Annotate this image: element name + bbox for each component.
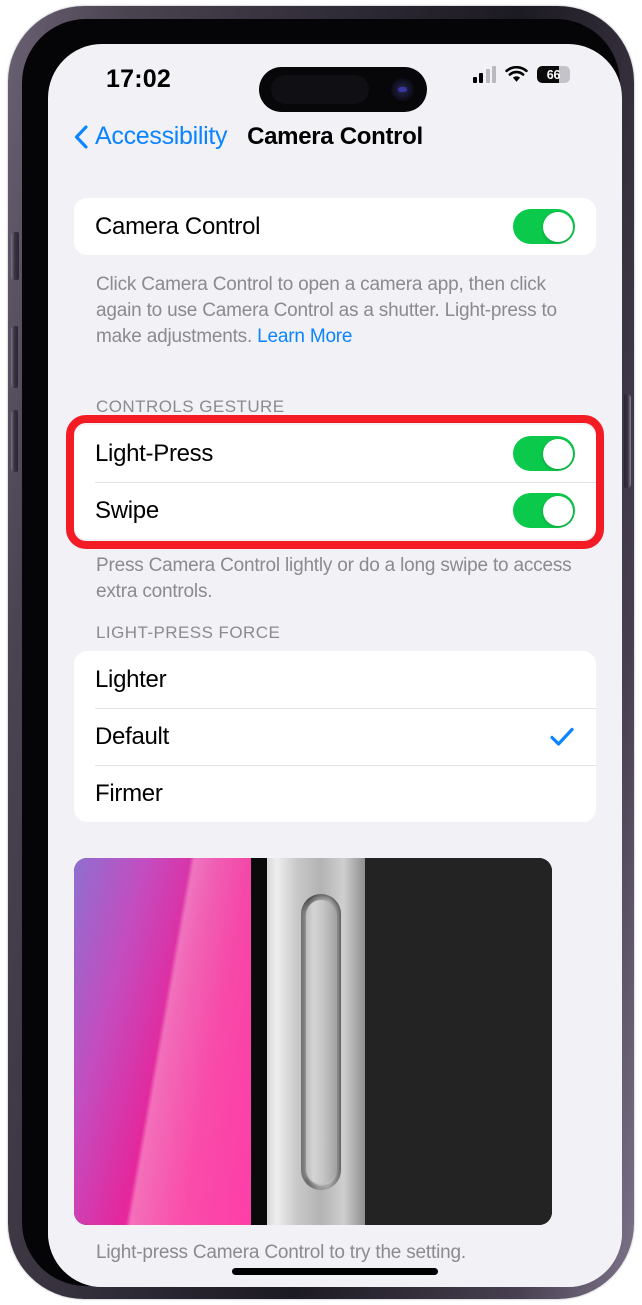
status-indicators: 66 xyxy=(472,66,570,83)
learn-more-link[interactable]: Learn More xyxy=(257,326,352,347)
controls-gesture-card: Light-Press Swipe xyxy=(74,425,596,539)
volume-up-button[interactable] xyxy=(11,326,18,388)
row-light-press[interactable]: Light-Press xyxy=(74,425,596,482)
cellular-signal-icon xyxy=(472,66,496,83)
camera-control-label: Camera Control xyxy=(95,212,261,240)
camera-control-footnote: Click Camera Control to open a camera ap… xyxy=(96,272,590,350)
preview-metal-frame xyxy=(267,858,365,1225)
light-press-label: Light-Press xyxy=(95,439,214,467)
preview-camera-control-button xyxy=(301,894,341,1190)
wifi-icon xyxy=(505,66,528,82)
phone-screen: 17:02 66 Accessibility Camera Control Ca… xyxy=(48,44,622,1287)
page-title: Camera Control xyxy=(247,123,423,150)
preview-gradient-sheen xyxy=(74,858,251,1225)
action-button[interactable] xyxy=(11,232,19,280)
option-default-label: Default xyxy=(95,722,169,750)
camera-control-card: Camera Control xyxy=(74,198,596,255)
checkmark-icon xyxy=(550,727,574,746)
option-firmer-label: Firmer xyxy=(95,779,163,807)
camera-control-toggle[interactable] xyxy=(513,209,575,244)
row-swipe[interactable]: Swipe xyxy=(74,482,596,539)
preview-dark-background xyxy=(365,858,552,1225)
option-firmer[interactable]: Firmer xyxy=(74,765,596,822)
light-press-force-card: Lighter Default Firmer xyxy=(74,651,596,822)
light-press-toggle[interactable] xyxy=(513,436,575,471)
navigation-bar: Accessibility Camera Control xyxy=(48,116,622,168)
battery-icon: 66 xyxy=(537,66,570,83)
toggle-knob xyxy=(542,211,573,242)
dynamic-island xyxy=(259,67,427,112)
row-camera-control[interactable]: Camera Control xyxy=(74,198,596,255)
toggle-knob xyxy=(542,438,573,469)
power-button[interactable] xyxy=(624,394,631,488)
phone-frame: 17:02 66 Accessibility Camera Control Ca… xyxy=(8,6,634,1299)
controls-gesture-footnote: Press Camera Control lightly or do a lon… xyxy=(96,555,572,602)
front-camera-icon xyxy=(391,78,414,101)
status-bar: 17:02 66 xyxy=(48,44,622,116)
phone-bezel: 17:02 66 Accessibility Camera Control Ca… xyxy=(22,19,622,1287)
option-lighter[interactable]: Lighter xyxy=(74,651,596,708)
dynamic-island-pill xyxy=(271,75,369,104)
option-lighter-label: Lighter xyxy=(95,665,167,693)
preview-caption: Light-press Camera Control to try the se… xyxy=(96,1242,466,1263)
controls-gesture-header: CONTROLS GESTURE xyxy=(96,397,285,416)
status-time: 17:02 xyxy=(106,65,171,93)
volume-down-button[interactable] xyxy=(11,410,18,472)
option-default[interactable]: Default xyxy=(74,708,596,765)
preview-screen-edge xyxy=(251,858,267,1225)
light-press-force-header: LIGHT-PRESS FORCE xyxy=(96,623,281,642)
camera-control-button-preview xyxy=(74,858,552,1225)
battery-percent-label: 66 xyxy=(546,67,561,82)
settings-content: Camera Control Click Camera Control to o… xyxy=(48,168,622,1287)
toggle-knob xyxy=(542,495,573,526)
home-indicator[interactable] xyxy=(232,1268,438,1275)
swipe-toggle[interactable] xyxy=(513,493,575,528)
swipe-label: Swipe xyxy=(95,496,159,524)
